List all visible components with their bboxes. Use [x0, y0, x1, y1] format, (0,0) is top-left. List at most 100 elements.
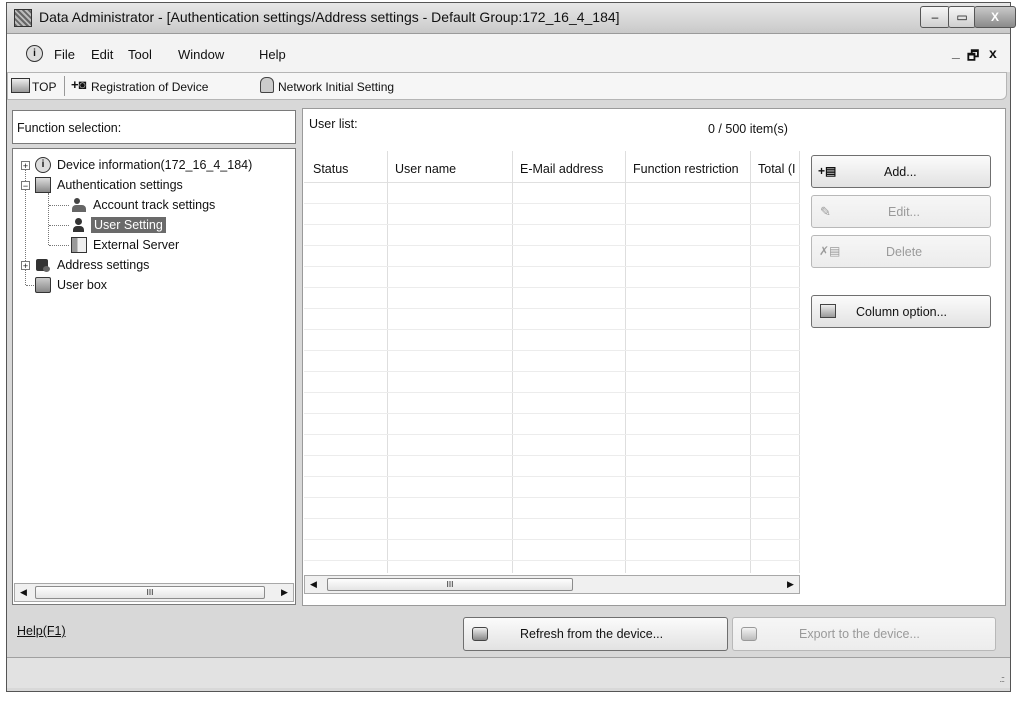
- function-selection-label: Function selection:: [17, 121, 122, 135]
- menu-file[interactable]: File: [54, 47, 75, 62]
- table-row-line: [304, 539, 800, 540]
- close-button[interactable]: X: [974, 6, 1016, 28]
- close-icon: X: [990, 10, 999, 24]
- delete-button-label: Delete: [886, 244, 923, 259]
- tree-item-device-information[interactable]: Device information(172_16_4_184): [57, 158, 252, 172]
- table-row-line: [304, 266, 800, 267]
- expand-address-settings[interactable]: +: [21, 261, 30, 271]
- table-row-line: [304, 455, 800, 456]
- tree-item-authentication-settings[interactable]: Authentication settings: [57, 178, 183, 192]
- scroll-left-arrow[interactable]: ◀: [20, 587, 27, 598]
- export-button-label: Export to the device...: [799, 627, 920, 641]
- table-row-line: [304, 413, 800, 414]
- table-scroll-right-arrow[interactable]: ▶: [787, 579, 794, 590]
- mdi-close-button[interactable]: x: [989, 45, 997, 61]
- add-user-icon: +▤: [818, 164, 837, 178]
- mdi-restore-button[interactable]: 🗗: [967, 47, 979, 69]
- add-device-icon[interactable]: +◙: [71, 77, 86, 92]
- refresh-from-device-button[interactable]: Refresh from the device...: [463, 617, 728, 651]
- table-row-line: [304, 287, 800, 288]
- column-divider: [625, 151, 626, 573]
- column-header-function-restriction[interactable]: Function restriction: [633, 162, 739, 176]
- top-icon[interactable]: [11, 78, 30, 93]
- collapse-authentication[interactable]: −: [21, 181, 30, 191]
- column-option-icon: [820, 304, 836, 318]
- resize-grip-icon[interactable]: .::: [999, 674, 1004, 684]
- tree-item-external-server[interactable]: External Server: [93, 238, 179, 252]
- tree-connector: [49, 225, 69, 226]
- column-divider: [750, 151, 751, 573]
- user-list-table[interactable]: Status User name E-Mail address Function…: [304, 151, 800, 582]
- panel-splitter[interactable]: [297, 108, 301, 606]
- edit-button-label: Edit...: [888, 204, 920, 219]
- toolbar-network-initial-setting[interactable]: Network Initial Setting: [278, 80, 394, 94]
- edit-button[interactable]: ✎ Edit...: [811, 195, 991, 228]
- table-row-line: [304, 434, 800, 435]
- refresh-button-label: Refresh from the device...: [520, 627, 664, 641]
- tree-scroll-thumb[interactable]: III: [35, 586, 265, 599]
- maximize-button[interactable]: ▭: [948, 6, 976, 28]
- delete-button[interactable]: ✗▤ Delete: [811, 235, 991, 268]
- authentication-icon: [35, 177, 51, 193]
- help-link[interactable]: Help(F1): [17, 624, 66, 638]
- function-selection-header: Function selection:: [12, 110, 296, 144]
- table-row-line: [304, 245, 800, 246]
- toolbar-registration-of-device[interactable]: Registration of Device: [91, 80, 208, 94]
- tree-item-account-track-settings[interactable]: Account track settings: [93, 198, 215, 212]
- column-divider: [387, 151, 388, 573]
- device-info-icon: i: [35, 157, 51, 173]
- expand-device-info[interactable]: +: [21, 161, 30, 171]
- table-scroll-thumb[interactable]: III: [327, 578, 573, 591]
- tree-item-user-setting[interactable]: User Setting: [91, 217, 166, 233]
- address-book-icon: [35, 257, 51, 273]
- external-server-icon: [71, 237, 87, 253]
- refresh-icon: [472, 627, 488, 641]
- column-header-status[interactable]: Status: [313, 162, 348, 176]
- table-row-line: [304, 518, 800, 519]
- table-row-line: [304, 329, 800, 330]
- table-row-line: [304, 350, 800, 351]
- menu-tool[interactable]: Tool: [128, 47, 152, 62]
- column-option-button[interactable]: Column option...: [811, 295, 991, 328]
- status-bar: .::: [7, 657, 1010, 688]
- tree-item-user-box[interactable]: User box: [57, 278, 107, 292]
- menu-bar: i File Edit Tool Window Help _ 🗗 x: [7, 34, 1010, 72]
- account-track-icon: [71, 197, 87, 213]
- table-row-line: [304, 560, 800, 561]
- column-header-total[interactable]: Total (I: [758, 162, 798, 176]
- tree-horizontal-scrollbar[interactable]: ◀ III ▶: [14, 583, 294, 602]
- add-button[interactable]: +▤ Add...: [811, 155, 991, 188]
- toolbar: TOP +◙ Registration of Device Network In…: [7, 72, 1007, 100]
- tree-connector: [49, 205, 69, 206]
- menu-window[interactable]: Window: [178, 47, 224, 62]
- column-header-user-name[interactable]: User name: [395, 162, 456, 176]
- document-icon[interactable]: i: [26, 45, 43, 62]
- app-icon: [14, 9, 32, 27]
- menu-help[interactable]: Help: [259, 47, 286, 62]
- table-row-line: [304, 476, 800, 477]
- table-row-line: [304, 308, 800, 309]
- toolbar-top[interactable]: TOP: [32, 80, 56, 94]
- network-icon[interactable]: [260, 77, 274, 93]
- column-divider: [799, 151, 800, 573]
- table-row-line: [304, 392, 800, 393]
- table-scroll-left-arrow[interactable]: ◀: [310, 579, 317, 590]
- restore-icon: ▭: [956, 10, 968, 24]
- toolbar-separator: [64, 76, 65, 96]
- scroll-right-arrow[interactable]: ▶: [281, 587, 288, 598]
- tree-connector: [48, 193, 49, 245]
- window-title: Data Administrator - [Authentication set…: [39, 9, 620, 25]
- column-header-email[interactable]: E-Mail address: [520, 162, 603, 176]
- title-bar[interactable]: Data Administrator - [Authentication set…: [7, 3, 1016, 34]
- export-to-device-button[interactable]: Export to the device...: [732, 617, 996, 651]
- user-count: 0 / 500 item(s): [708, 122, 788, 136]
- menu-edit[interactable]: Edit: [91, 47, 113, 62]
- mdi-minimize-button[interactable]: _: [952, 44, 960, 60]
- add-button-label: Add...: [884, 164, 917, 179]
- user-list-panel: User list: 0 / 500 item(s) Status User n…: [302, 108, 1006, 606]
- minimize-button[interactable]: –: [920, 6, 950, 28]
- table-horizontal-scrollbar[interactable]: ◀ III ▶: [304, 575, 800, 594]
- user-list-label: User list:: [309, 117, 358, 131]
- function-tree: + i Device information(172_16_4_184) − A…: [12, 148, 296, 605]
- tree-item-address-settings[interactable]: Address settings: [57, 258, 149, 272]
